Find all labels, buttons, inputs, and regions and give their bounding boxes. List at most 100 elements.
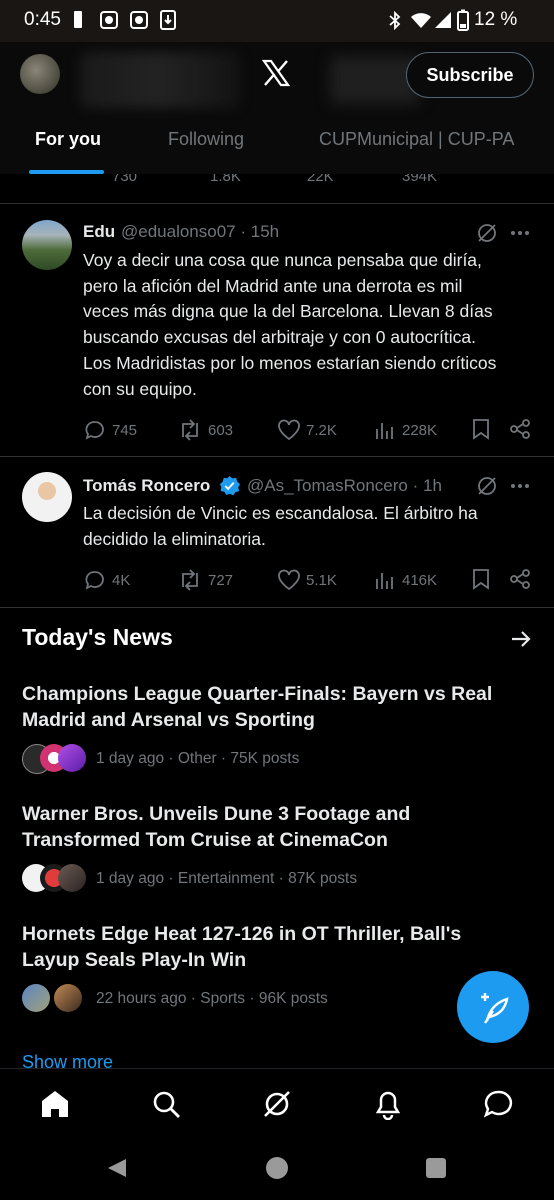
bookmark-icon[interactable] [472,568,490,590]
tweet[interactable]: Tomás Roncero @As_TomasRoncero · 1h La d… [0,457,554,607]
news-heading[interactable]: Today's News [22,624,173,651]
recents-icon[interactable] [426,1158,446,1178]
tweet-text: La decisión de Vincic es escandalosa. El… [83,501,543,552]
bluetooth-icon [389,11,401,30]
home-icon[interactable] [40,1089,70,1119]
x-logo-icon[interactable] [262,59,290,87]
avatar [58,744,86,772]
reply-icon[interactable] [84,569,106,591]
avatar[interactable] [22,472,72,522]
news-title: Hornets Edge Heat 127-126 in OT Thriller… [22,922,532,973]
repost-count: 727 [208,572,234,589]
more-icon[interactable] [510,483,530,489]
compose-button[interactable] [457,971,529,1043]
title-line: Hornets Edge Heat 127-126 in OT Thriller… [22,923,462,945]
title-line: Warner Bros. Unveils Dune 3 Footage and [22,803,411,825]
sim-icon [74,11,82,28]
system-nav [0,1136,554,1200]
text-line: Los Madridistas por lo menos estarían si… [83,352,497,373]
verified-badge-icon [219,475,240,496]
title-line: Layup Seals Play-In Win [22,948,247,971]
messages-icon[interactable] [483,1089,513,1119]
header: Subscribe For you Following CUPMunicipal… [0,42,554,174]
text-line: con su equipo. [83,378,197,399]
text-line: Voy a decir una cosa que nunca pensaba q… [83,250,482,270]
divider [0,607,554,608]
avatar [22,984,50,1012]
tweet[interactable]: Edu @edualonso07 · 15h Voy a decir una c… [0,204,554,456]
compose-feather-icon [481,993,509,1024]
status-bar: 0:45 12 % [0,0,554,42]
handle-text: @As_TomasRoncero [247,476,408,495]
signal-icon [435,12,451,28]
views-icon[interactable] [374,570,396,590]
author-handle[interactable]: @edualonso07 · 15h [121,222,279,242]
battery-icon [457,9,469,31]
battery-percent: 12 % [474,9,518,30]
profile-avatar[interactable] [20,54,60,94]
like-count: 7.2K [306,422,337,439]
arrow-right-icon[interactable] [510,629,532,649]
tweet-time: · 15h [240,222,280,241]
tab-for-you[interactable]: For you [35,129,101,150]
home-circle-icon[interactable] [266,1157,288,1179]
repost-icon[interactable] [178,419,202,441]
title-line: Madrid and Arsenal vs Sporting [22,708,315,731]
news-title: Warner Bros. Unveils Dune 3 Footage and … [22,802,532,853]
reply-count: 4K [112,572,131,589]
partial-action-row: 730 1.8K 22K 394K [0,174,554,188]
tweet-text: Voy a decir una cosa que nunca pensaba q… [83,248,543,402]
blurred-content [80,52,240,108]
author-name[interactable]: Edu [83,222,115,242]
wifi-icon [411,13,431,28]
search-icon[interactable] [151,1089,181,1119]
author-name[interactable]: Tomás Roncero [83,476,210,496]
partial-replies: 730 [112,174,138,185]
author-handle[interactable]: @As_TomasRoncero · 1h [247,476,442,496]
back-icon[interactable] [106,1157,128,1179]
share-icon[interactable] [509,568,531,590]
like-icon[interactable] [277,569,301,591]
news-item[interactable]: Warner Bros. Unveils Dune 3 Footage and … [0,802,554,897]
like-count: 5.1K [306,572,337,589]
tab-following[interactable]: Following [168,129,244,150]
like-icon[interactable] [277,419,301,441]
text-line: La decisión de Vincic es escandalosa. El… [83,503,478,523]
news-meta: 22 hours ago · Sports · 96K posts [96,990,328,1007]
handle-text: @edualonso07 [121,222,236,241]
partial-reposts: 1.8K [210,174,241,185]
news-item[interactable]: Champions League Quarter-Finals: Bayern … [0,682,554,777]
views-count: 228K [402,422,438,439]
grok-icon[interactable] [476,475,498,497]
download-icon [160,10,176,30]
tab-list[interactable]: CUPMunicipal | CUP-PA [319,129,514,150]
app-notification-icon [130,11,148,29]
notifications-icon[interactable] [373,1088,403,1120]
avatar[interactable] [22,220,72,270]
text-line: decidido la eliminatoria. [83,528,266,549]
news-title: Champions League Quarter-Finals: Bayern … [22,682,532,733]
app-notification-icon [100,11,118,29]
reply-count: 745 [112,422,138,439]
avatar [54,984,82,1012]
text-line: pero la afición del Madrid ante una derr… [83,275,463,296]
title-line: Champions League Quarter-Finals: Bayern … [22,683,493,705]
views-count: 416K [402,572,438,589]
title-line: Transformed Tom Cruise at CinemaCon [22,828,388,851]
avatar [58,864,86,892]
more-icon[interactable] [510,230,530,236]
repost-count: 603 [208,422,234,439]
repost-icon[interactable] [178,569,202,591]
subscribe-button[interactable]: Subscribe [406,52,534,98]
bookmark-icon[interactable] [472,418,490,440]
reply-icon[interactable] [84,419,106,441]
text-line: buscando excusas del arbitraje y con 0 a… [83,327,476,348]
partial-views: 394K [402,174,438,185]
bottom-nav [0,1068,554,1137]
share-icon[interactable] [509,418,531,440]
grok-icon[interactable] [476,222,498,244]
news-meta: 1 day ago · Entertainment · 87K posts [96,870,358,887]
text-line: veces más digna que la del Barcelona. Ll… [83,301,493,322]
grok-icon[interactable] [262,1089,292,1119]
views-icon[interactable] [374,420,396,440]
